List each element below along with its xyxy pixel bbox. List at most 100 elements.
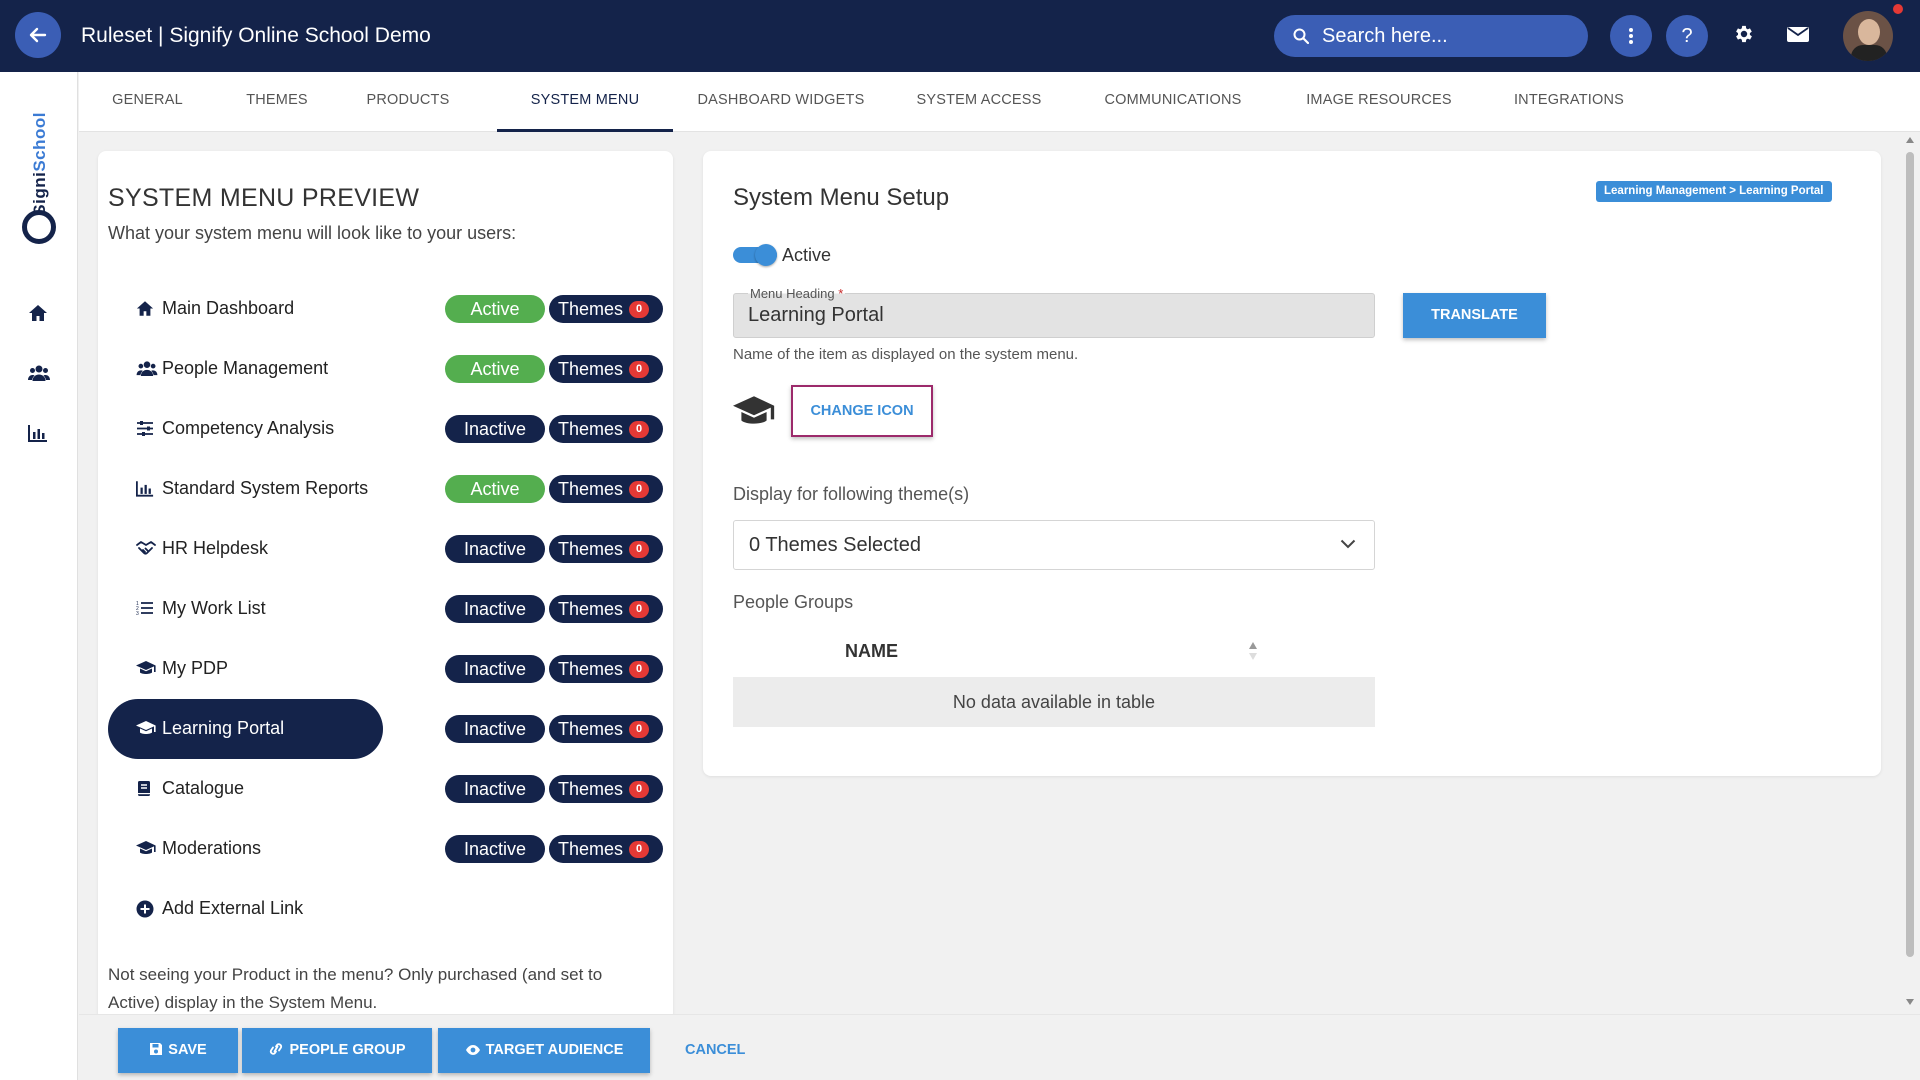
tab-image-resources[interactable]: IMAGE RESOURCES <box>1277 72 1481 132</box>
status-badge[interactable]: Inactive <box>445 835 545 863</box>
preview-subtitle: What your system menu will look like to … <box>108 223 517 243</box>
graduation-cap-icon <box>136 841 156 854</box>
tab-themes[interactable]: THEMES <box>216 72 338 132</box>
themes-count: 0 <box>629 301 649 318</box>
themes-count: 0 <box>629 661 649 678</box>
search-icon <box>1293 28 1309 44</box>
themes-badge[interactable]: Themes 0 <box>549 655 663 683</box>
mail-icon[interactable] <box>1786 23 1810 45</box>
avatar[interactable] <box>1843 11 1893 61</box>
cancel-button[interactable]: CANCEL <box>685 1028 745 1073</box>
menu-item-label: Standard System Reports <box>162 478 369 498</box>
sort-icon[interactable] <box>1248 640 1258 662</box>
menu-item-label: Moderations <box>162 838 262 858</box>
scroll-up-icon[interactable] <box>1905 136 1915 144</box>
preview-title: SYSTEM MENU PREVIEW <box>108 184 420 212</box>
scroll-down-icon[interactable] <box>1905 998 1915 1006</box>
menu-item-label: Catalogue <box>162 778 245 798</box>
people-group-button[interactable]: PEOPLE GROUP <box>242 1028 432 1073</box>
tab-integrations[interactable]: INTEGRATIONS <box>1481 72 1657 132</box>
menu-item-competency-analysis[interactable]: Competency Analysis Inactive Themes 0 <box>108 399 663 459</box>
book-icon <box>138 781 150 796</box>
themes-badge[interactable]: Themes 0 <box>549 535 663 563</box>
menu-item-label: Learning Portal <box>162 718 285 738</box>
themes-count: 0 <box>629 541 649 558</box>
menu-item-main-dashboard[interactable]: Main Dashboard Active Themes 0 <box>108 279 663 339</box>
kebab-menu-icon <box>1629 28 1633 44</box>
users-icon[interactable] <box>28 364 50 382</box>
link-icon <box>270 1043 283 1055</box>
menu-item-moderations[interactable]: Moderations Inactive Themes 0 <box>108 819 663 879</box>
status-badge[interactable]: Active <box>445 475 545 503</box>
tab-communications[interactable]: COMMUNICATIONS <box>1069 72 1277 132</box>
target-audience-button[interactable]: TARGET AUDIENCE <box>438 1028 650 1073</box>
translate-button[interactable]: TRANSLATE <box>1403 293 1546 338</box>
menu-item-people-management[interactable]: People Management Active Themes 0 <box>108 339 663 399</box>
change-icon-button[interactable]: CHANGE ICON <box>791 385 933 437</box>
themes-badge[interactable]: Themes 0 <box>549 415 663 443</box>
signischool-logo[interactable]: SigniSchool <box>16 112 64 248</box>
themes-section-label: Display for following theme(s) <box>733 484 970 504</box>
menu-heading-field[interactable]: Menu Heading * Learning Portal <box>733 286 1375 338</box>
themes-badge[interactable]: Themes 0 <box>549 295 663 323</box>
active-toggle[interactable] <box>733 244 777 266</box>
menu-heading-value: Learning Portal <box>748 304 884 326</box>
themes-select[interactable]: 0 Themes Selected <box>733 520 1375 570</box>
table-empty-row: No data available in table <box>733 677 1375 727</box>
menu-item-my-work-list[interactable]: 123 My Work List Inactive Themes 0 <box>108 579 663 639</box>
status-badge[interactable]: Inactive <box>445 595 545 623</box>
tab-dashboard-widgets[interactable]: DASHBOARD WIDGETS <box>673 72 889 132</box>
home-icon[interactable] <box>28 304 48 322</box>
search-input[interactable]: Search here... <box>1274 15 1588 57</box>
svg-text:3: 3 <box>136 611 139 616</box>
eye-icon <box>465 1045 480 1055</box>
gear-icon[interactable] <box>1733 23 1755 45</box>
question-icon: ? <box>1681 25 1693 47</box>
more-options-button[interactable] <box>1610 15 1652 57</box>
tab-general[interactable]: GENERAL <box>79 72 216 132</box>
themes-badge[interactable]: Themes 0 <box>549 835 663 863</box>
themes-badge[interactable]: Themes 0 <box>549 595 663 623</box>
tab-products[interactable]: PRODUCTS <box>338 72 478 132</box>
system-menu-setup-card: System Menu Setup Learning Management > … <box>703 151 1881 776</box>
add-external-link[interactable]: Add External Link <box>108 879 663 939</box>
bar-chart-icon[interactable] <box>28 424 48 442</box>
back-button[interactable] <box>15 12 61 58</box>
menu-item-learning-portal[interactable]: Learning Portal Inactive Themes 0 <box>108 699 663 759</box>
status-badge[interactable]: Inactive <box>445 655 545 683</box>
status-badge[interactable]: Active <box>445 295 545 323</box>
themes-badge[interactable]: Themes 0 <box>549 355 663 383</box>
arrow-left-icon <box>29 27 47 43</box>
notification-badge <box>1893 4 1903 14</box>
table-header-name[interactable]: NAME <box>845 641 898 662</box>
menu-item-hr-helpdesk[interactable]: HR Helpdesk Inactive Themes 0 <box>108 519 663 579</box>
status-badge[interactable]: Inactive <box>445 715 545 743</box>
status-badge[interactable]: Inactive <box>445 415 545 443</box>
page-title: Ruleset | Signify Online School Demo <box>81 24 431 47</box>
help-button[interactable]: ? <box>1666 15 1708 57</box>
bottom-action-bar: SAVE PEOPLE GROUP TARGET AUDIENCE CANCEL <box>79 1014 1920 1080</box>
status-badge[interactable]: Inactive <box>445 775 545 803</box>
tab-system-menu[interactable]: SYSTEM MENU <box>497 72 673 132</box>
themes-count: 0 <box>629 721 649 738</box>
themes-badge[interactable]: Themes 0 <box>549 775 663 803</box>
scrollbar-thumb[interactable] <box>1906 152 1914 957</box>
home-icon <box>136 301 154 316</box>
page-scrollbar[interactable] <box>1900 132 1920 1012</box>
tab-system-access[interactable]: SYSTEM ACCESS <box>889 72 1069 132</box>
menu-item-standard-system-reports[interactable]: Standard System Reports Active Themes 0 <box>108 459 663 519</box>
themes-badge[interactable]: Themes 0 <box>549 715 663 743</box>
themes-badge[interactable]: Themes 0 <box>549 475 663 503</box>
left-rail: SigniSchool <box>0 72 78 1080</box>
save-button[interactable]: SAVE <box>118 1028 238 1073</box>
users-icon <box>136 361 158 377</box>
system-menu-preview-card: SYSTEM MENU PREVIEW What your system men… <box>98 151 673 1021</box>
themes-count: 0 <box>629 361 649 378</box>
menu-item-my-pdp[interactable]: My PDP Inactive Themes 0 <box>108 639 663 699</box>
themes-count: 0 <box>629 481 649 498</box>
settings-tabs: GENERAL THEMES PRODUCTS SYSTEM MENU DASH… <box>79 72 1920 132</box>
status-badge[interactable]: Inactive <box>445 535 545 563</box>
status-badge[interactable]: Active <box>445 355 545 383</box>
menu-item-catalogue[interactable]: Catalogue Inactive Themes 0 <box>108 759 663 819</box>
menu-item-label: Main Dashboard <box>162 298 295 318</box>
